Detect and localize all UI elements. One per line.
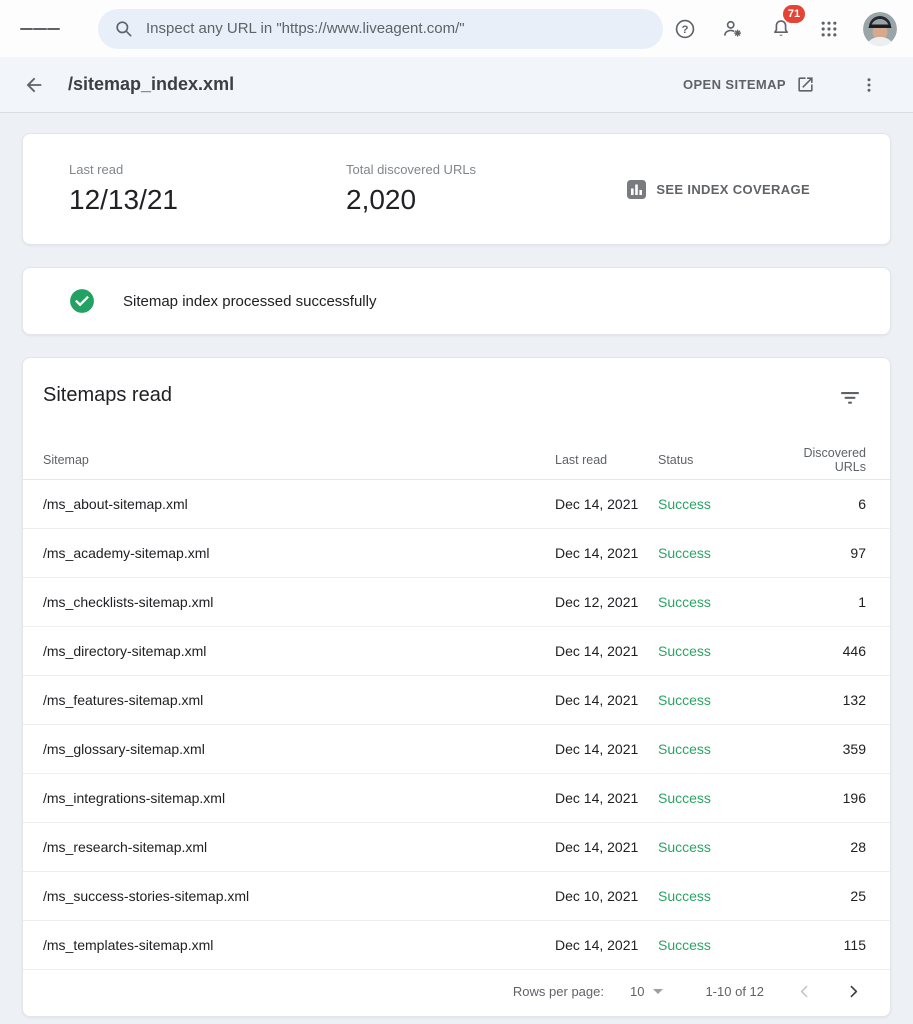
open-in-new-icon: [796, 75, 815, 94]
previous-page-icon[interactable]: [790, 977, 819, 1006]
cell-status: Success: [658, 839, 776, 855]
filter-icon[interactable]: [834, 384, 866, 415]
cell-last-read: Dec 14, 2021: [555, 937, 658, 953]
see-index-coverage-button[interactable]: SEE INDEX COVERAGE: [627, 180, 810, 199]
main-content: Last read 12/13/21 Total discovered URLs…: [0, 113, 913, 1017]
col-header-sitemap[interactable]: Sitemap: [43, 453, 555, 467]
total-urls-value: 2,020: [346, 184, 627, 216]
cell-status: Success: [658, 790, 776, 806]
col-header-status[interactable]: Status: [658, 453, 776, 467]
table-row[interactable]: /ms_directory-sitemap.xml Dec 14, 2021 S…: [23, 627, 890, 676]
total-urls-stat: Total discovered URLs 2,020: [346, 162, 627, 216]
menu-icon[interactable]: [20, 9, 60, 49]
cell-discovered-urls: 115: [776, 937, 866, 953]
table-row[interactable]: /ms_features-sitemap.xml Dec 14, 2021 Su…: [23, 676, 890, 725]
total-urls-label: Total discovered URLs: [346, 162, 627, 177]
bar-chart-icon: [627, 180, 646, 199]
cell-last-read: Dec 14, 2021: [555, 545, 658, 561]
chevron-down-icon: [653, 989, 663, 994]
more-options-icon[interactable]: [849, 65, 889, 105]
cell-last-read: Dec 14, 2021: [555, 741, 658, 757]
page-title: /sitemap_index.xml: [68, 74, 234, 95]
cell-status: Success: [658, 496, 776, 512]
back-arrow-icon[interactable]: [14, 65, 54, 105]
top-app-bar: ? 71: [0, 0, 913, 57]
cell-last-read: Dec 14, 2021: [555, 496, 658, 512]
cell-discovered-urls: 6: [776, 496, 866, 512]
topbar-actions: ? 71: [665, 9, 897, 49]
table-row[interactable]: /ms_research-sitemap.xml Dec 14, 2021 Su…: [23, 823, 890, 872]
rows-per-page-value: 10: [630, 984, 644, 999]
cell-last-read: Dec 14, 2021: [555, 790, 658, 806]
cell-last-read: Dec 12, 2021: [555, 594, 658, 610]
table-pagination: Rows per page: 10 1-10 of 12: [23, 970, 890, 1016]
table-row[interactable]: /ms_glossary-sitemap.xml Dec 14, 2021 Su…: [23, 725, 890, 774]
cell-status: Success: [658, 692, 776, 708]
last-read-stat: Last read 12/13/21: [69, 162, 346, 216]
cell-discovered-urls: 25: [776, 888, 866, 904]
table-row[interactable]: /ms_about-sitemap.xml Dec 14, 2021 Succe…: [23, 480, 890, 529]
notification-count-badge: 71: [783, 5, 805, 23]
cell-sitemap: /ms_success-stories-sitemap.xml: [43, 888, 555, 904]
cell-sitemap: /ms_research-sitemap.xml: [43, 839, 555, 855]
table-row[interactable]: /ms_success-stories-sitemap.xml Dec 10, …: [23, 872, 890, 921]
rows-per-page-label: Rows per page:: [513, 984, 604, 999]
table-row[interactable]: /ms_checklists-sitemap.xml Dec 12, 2021 …: [23, 578, 890, 627]
rows-per-page-select[interactable]: 10: [630, 984, 663, 999]
cell-sitemap: /ms_templates-sitemap.xml: [43, 937, 555, 953]
cell-discovered-urls: 359: [776, 741, 866, 757]
search-icon: [114, 19, 134, 39]
cell-sitemap: /ms_academy-sitemap.xml: [43, 545, 555, 561]
cell-discovered-urls: 446: [776, 643, 866, 659]
success-check-icon: [69, 288, 95, 314]
cell-status: Success: [658, 741, 776, 757]
table-column-headers: Sitemap Last read Status Discovered URLs: [23, 440, 890, 480]
user-settings-icon[interactable]: [713, 9, 753, 49]
cell-status: Success: [658, 888, 776, 904]
help-icon[interactable]: ?: [665, 9, 705, 49]
table-row[interactable]: /ms_integrations-sitemap.xml Dec 14, 202…: [23, 774, 890, 823]
cell-sitemap: /ms_glossary-sitemap.xml: [43, 741, 555, 757]
svg-text:?: ?: [682, 24, 689, 36]
cell-status: Success: [658, 545, 776, 561]
search-input[interactable]: [146, 20, 647, 37]
banner-message: Sitemap index processed successfully: [123, 293, 376, 310]
cell-last-read: Dec 14, 2021: [555, 692, 658, 708]
last-read-label: Last read: [69, 162, 346, 177]
cell-last-read: Dec 14, 2021: [555, 643, 658, 659]
cell-discovered-urls: 28: [776, 839, 866, 855]
table-row[interactable]: /ms_academy-sitemap.xml Dec 14, 2021 Suc…: [23, 529, 890, 578]
cell-sitemap: /ms_features-sitemap.xml: [43, 692, 555, 708]
col-header-discovered-urls[interactable]: Discovered URLs: [776, 446, 866, 474]
cell-status: Success: [658, 594, 776, 610]
status-banner: Sitemap index processed successfully: [22, 267, 891, 335]
table-row[interactable]: /ms_templates-sitemap.xml Dec 14, 2021 S…: [23, 921, 890, 970]
open-sitemap-button[interactable]: OPEN SITEMAP: [677, 67, 821, 102]
open-sitemap-label: OPEN SITEMAP: [683, 77, 786, 92]
page-header: /sitemap_index.xml OPEN SITEMAP: [0, 57, 913, 113]
cell-last-read: Dec 10, 2021: [555, 888, 658, 904]
sitemap-stats-card: Last read 12/13/21 Total discovered URLs…: [22, 133, 891, 245]
last-read-value: 12/13/21: [69, 184, 346, 216]
cell-discovered-urls: 97: [776, 545, 866, 561]
user-avatar[interactable]: [863, 12, 897, 46]
cell-status: Success: [658, 937, 776, 953]
cell-discovered-urls: 132: [776, 692, 866, 708]
cell-status: Success: [658, 643, 776, 659]
next-page-icon[interactable]: [839, 977, 868, 1006]
cell-last-read: Dec 14, 2021: [555, 839, 658, 855]
cell-sitemap: /ms_about-sitemap.xml: [43, 496, 555, 512]
pagination-range: 1-10 of 12: [705, 984, 764, 999]
col-header-last-read[interactable]: Last read: [555, 453, 658, 467]
sitemaps-read-card: Sitemaps read Sitemap Last read Status D…: [22, 357, 891, 1017]
see-index-coverage-label: SEE INDEX COVERAGE: [656, 182, 810, 197]
cell-sitemap: /ms_checklists-sitemap.xml: [43, 594, 555, 610]
table-title: Sitemaps read: [43, 384, 172, 407]
apps-grid-icon[interactable]: [809, 9, 849, 49]
url-inspect-searchbox[interactable]: [98, 9, 663, 49]
cell-discovered-urls: 196: [776, 790, 866, 806]
cell-discovered-urls: 1: [776, 594, 866, 610]
cell-sitemap: /ms_integrations-sitemap.xml: [43, 790, 555, 806]
cell-sitemap: /ms_directory-sitemap.xml: [43, 643, 555, 659]
